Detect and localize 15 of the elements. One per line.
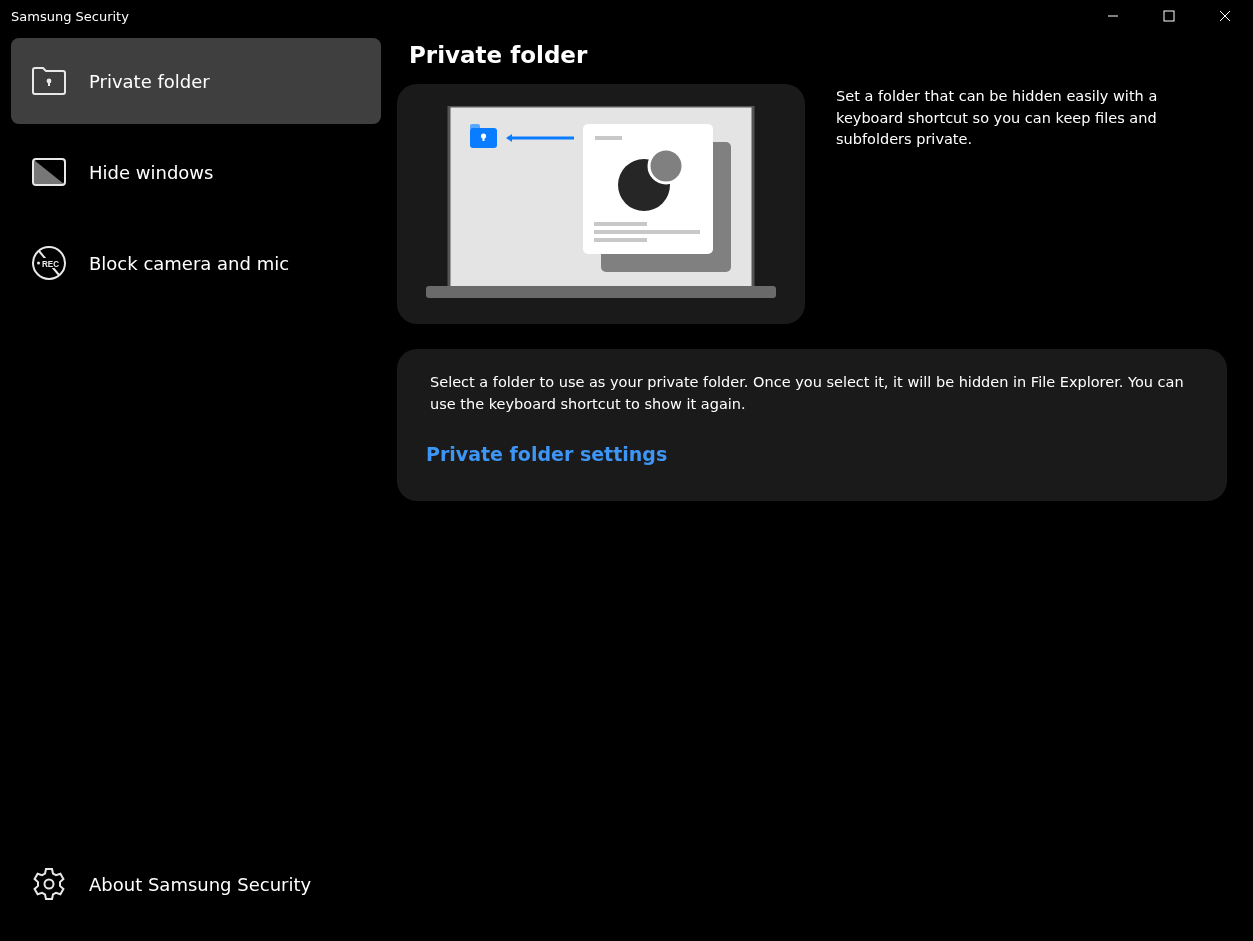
sidebar-item[interactable]: Hide windows: [11, 129, 381, 215]
folder-lock-icon: [31, 66, 67, 96]
sidebar-item[interactable]: REC Block camera and mic: [11, 220, 381, 306]
settings-link[interactable]: Private folder settings: [426, 443, 668, 465]
sidebar-item[interactable]: Private folder: [11, 38, 381, 124]
about-item[interactable]: About Samsung Security: [11, 841, 381, 927]
close-icon: [1219, 10, 1231, 22]
maximize-icon: [1163, 10, 1175, 22]
intro-text: Set a folder that can be hidden easily with a keyboard shortcut so you can keep files and subfolders private.: [836, 87, 1159, 149]
page-title: Private folder: [409, 42, 589, 68]
description-text: Select a folder to use as your private folder. Once you select it, it will be hidden in File Explorer. You can use the keyboard shortcut to show it again.: [430, 373, 1185, 414]
settings-icon: [31, 866, 67, 902]
rec-blocked-icon: REC: [31, 245, 67, 281]
window-icon: [31, 157, 67, 187]
window-title: Samsung Security: [11, 8, 130, 24]
